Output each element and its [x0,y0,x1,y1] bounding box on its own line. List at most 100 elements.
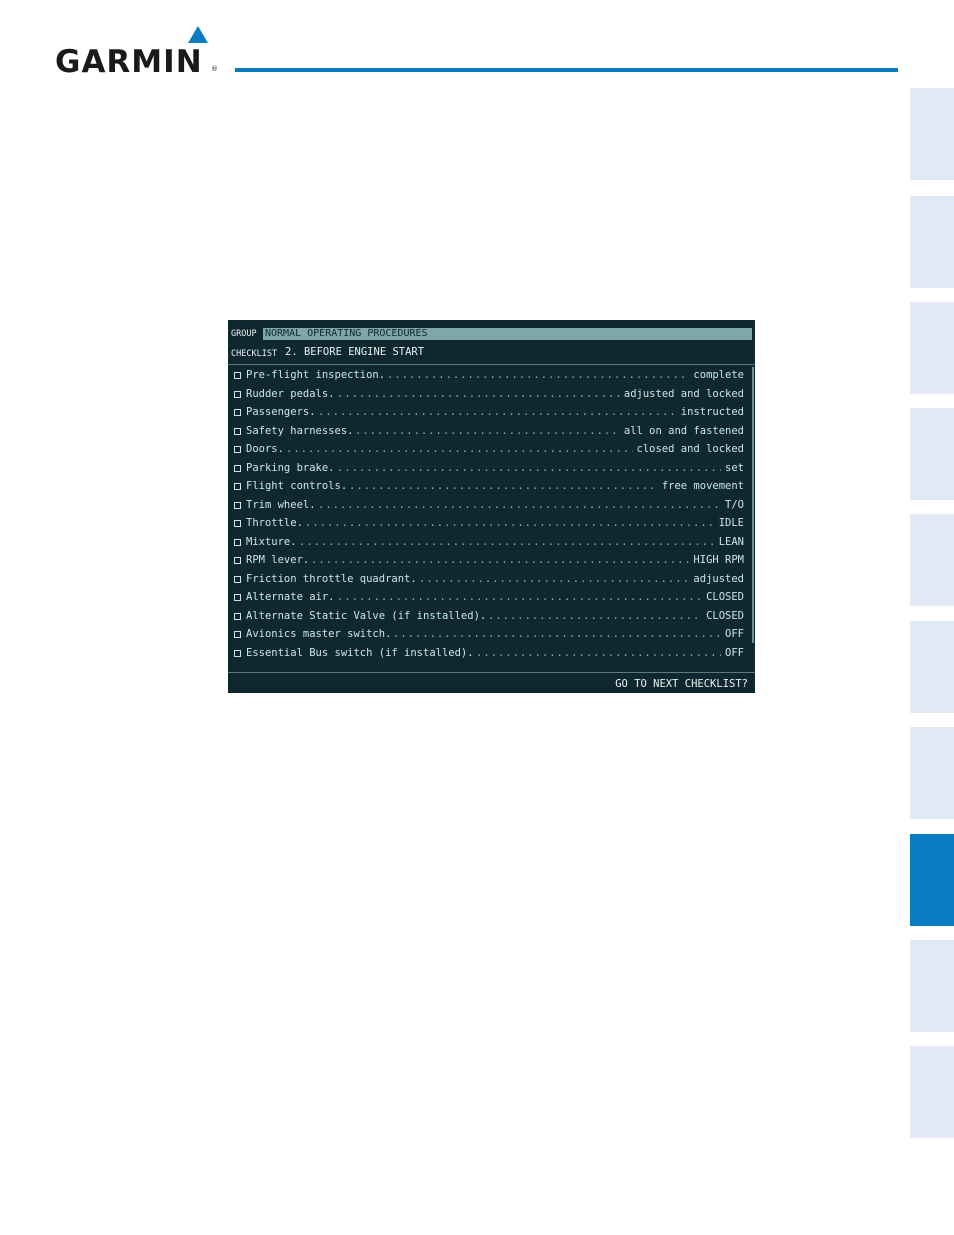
checklist-item[interactable]: Safety harnesses........................… [228,422,752,439]
garmin-triangle-icon [188,26,208,43]
checkbox-icon[interactable] [234,631,241,638]
checklist-row[interactable]: CHECKLIST 2. BEFORE ENGINE START [228,346,755,362]
next-checklist-prompt[interactable]: GO TO NEXT CHECKLIST? [615,678,748,690]
leader-dots: ........................................… [355,424,620,437]
checklist-item[interactable]: Rudder pedals...........................… [228,385,752,402]
checklist-label: CHECKLIST [231,349,278,359]
item-name: Friction throttle quadrant. [246,572,417,585]
side-tab[interactable] [910,940,954,1032]
side-tab[interactable] [910,1046,954,1138]
side-tab[interactable] [910,727,954,819]
leader-dots: ........................................… [286,443,633,455]
header-rule [235,68,898,72]
checkbox-icon[interactable] [234,520,241,527]
group-label: GROUP [231,329,257,339]
item-value: adjusted [691,570,744,587]
divider [228,672,755,673]
side-tab[interactable] [910,621,954,713]
checkbox-icon[interactable] [234,557,241,564]
item-value: instructed [678,404,744,420]
item-value: OFF [723,626,744,642]
item-name: Trim wheel. [246,498,316,511]
checkbox-icon[interactable] [234,409,241,416]
leader-dots: ........................................… [488,609,702,622]
checklist-item[interactable]: RPM lever...............................… [228,552,752,568]
checkbox-icon[interactable] [234,501,241,509]
leader-dots: ........................................… [349,480,658,492]
side-tab[interactable] [910,834,954,926]
item-name: Alternate air. [246,591,335,603]
leader-dots: ........................................… [476,646,721,659]
leader-dots: ........................................… [419,572,689,585]
scrollbar[interactable] [752,367,754,643]
checklist-item[interactable]: Mixture.................................… [228,533,752,550]
divider [228,364,755,365]
leader-dots: ........................................… [337,461,721,474]
checklist-item[interactable]: Flight controls.........................… [228,478,752,494]
side-tab[interactable] [910,196,954,288]
checkbox-icon[interactable] [234,612,241,620]
leader-dots: ........................................… [337,591,702,603]
item-value: T/O [723,496,744,513]
item-value: HIGH RPM [691,552,744,568]
brand-name: GARMIN [55,44,203,80]
checkbox-icon[interactable] [234,372,241,379]
item-name: Avionics master switch. [246,628,392,640]
checkbox-icon[interactable] [234,446,241,453]
item-value: CLOSED [704,589,744,605]
leader-dots: ........................................… [305,517,715,529]
checklist-item[interactable]: Doors...................................… [228,441,752,457]
item-value: set [723,459,744,476]
item-name: RPM lever. [246,554,310,566]
side-tab[interactable] [910,88,954,180]
side-tab[interactable] [910,302,954,394]
checkbox-icon[interactable] [234,464,241,472]
checkbox-icon[interactable] [234,538,241,546]
checklist-item[interactable]: Parking brake...........................… [228,459,752,476]
registered-mark: ® [211,65,218,73]
leader-dots: ........................................… [393,628,721,640]
item-name: Throttle. [246,517,303,529]
item-value: OFF [723,644,744,661]
checkbox-icon[interactable] [234,649,241,657]
checklist-item[interactable]: Pre-flight inspection...................… [228,367,752,383]
item-name: Flight controls. [246,480,348,492]
checklist-selector[interactable]: 2. BEFORE ENGINE START [285,346,424,358]
checklist-item[interactable]: Avionics master switch..................… [228,626,752,642]
checklist-item[interactable]: Throttle................................… [228,515,752,531]
checklist-screen: GROUP NORMAL OPERATING PROCEDURES CHECKL… [228,320,755,693]
checkbox-icon[interactable] [234,575,241,583]
leader-dots: ........................................… [387,369,689,381]
checkbox-icon[interactable] [234,390,241,398]
item-value: CLOSED [704,607,744,624]
item-value: adjusted and locked [621,385,744,402]
item-value: all on and fastened [621,422,744,439]
checkbox-icon[interactable] [234,427,241,435]
side-tab[interactable] [910,408,954,500]
checklist-item[interactable]: Passengers..............................… [228,404,752,420]
item-value: LEAN [716,533,744,550]
item-name: Parking brake. [246,461,335,474]
item-value: closed and locked [634,441,744,457]
item-name: Alternate Static Valve (if installed). [246,609,487,622]
leader-dots: ........................................… [318,498,721,511]
item-name: Rudder pedals. [246,387,335,400]
leader-dots: ........................................… [337,387,620,400]
checklist-item[interactable]: Alternate air...........................… [228,589,752,605]
checklist-item[interactable]: Trim wheel..............................… [228,496,752,513]
group-selector[interactable]: NORMAL OPERATING PROCEDURES [263,328,752,340]
checkbox-icon[interactable] [234,483,241,490]
checklist-item[interactable]: Friction throttle quadrant..............… [228,570,752,587]
checkbox-icon[interactable] [234,594,241,601]
checklist-item[interactable]: Essential Bus switch (if installed).....… [228,644,752,661]
garmin-logo: GARMIN ® [55,26,220,80]
item-name: Doors. [246,443,284,455]
item-value: free movement [659,478,744,494]
checklist-item[interactable]: Alternate Static Valve (if installed)...… [228,607,752,624]
leader-dots: ........................................… [318,406,677,418]
item-value: IDLE [716,515,744,531]
side-tab[interactable] [910,514,954,606]
item-name: Essential Bus switch (if installed). [246,646,474,659]
leader-dots: ........................................… [311,554,689,566]
group-row[interactable]: GROUP NORMAL OPERATING PROCEDURES [228,326,755,342]
